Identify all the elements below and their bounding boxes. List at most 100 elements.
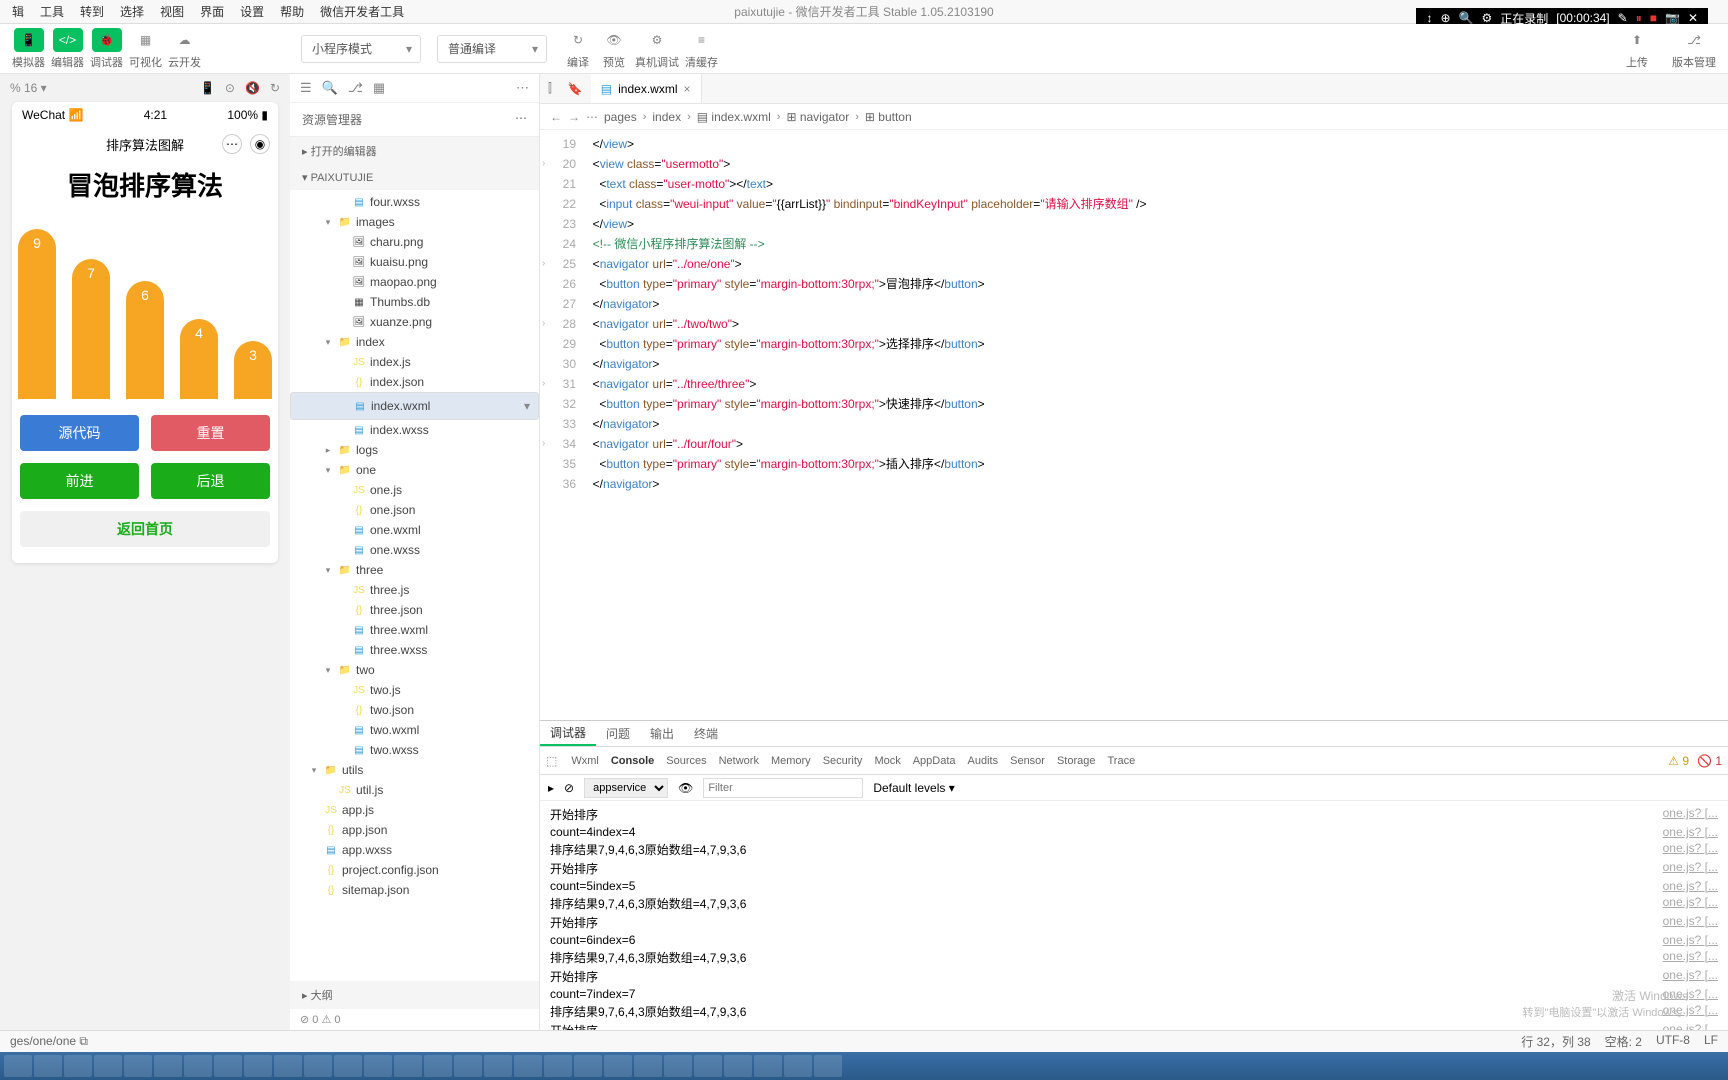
taskbar-item[interactable] xyxy=(634,1055,662,1077)
compile-button[interactable]: ↻编译 xyxy=(563,28,593,70)
menu-item[interactable]: 帮助 xyxy=(272,3,312,20)
taskbar-item[interactable] xyxy=(574,1055,602,1077)
tree-node[interactable]: {}index.json xyxy=(290,372,539,392)
taskbar-item[interactable] xyxy=(724,1055,752,1077)
reset-button[interactable]: 重置 xyxy=(151,415,270,451)
simulator-toggle[interactable]: 📱模拟器 xyxy=(12,28,45,70)
tree-node[interactable]: {}sitemap.json xyxy=(290,880,539,900)
filter-input[interactable] xyxy=(703,778,863,798)
source-button[interactable]: 源代码 xyxy=(20,415,139,451)
tree-node[interactable]: ▦Thumbs.db xyxy=(290,292,539,312)
tree-node[interactable]: ▾📁utils xyxy=(290,760,539,780)
code-editor[interactable]: 192021222324252627282930313233343536 </v… xyxy=(540,130,1728,720)
taskbar-item[interactable] xyxy=(784,1055,812,1077)
zoom-select[interactable]: % 16 ▾ xyxy=(10,81,47,95)
tree-node[interactable]: JSthree.js xyxy=(290,580,539,600)
taskbar-item[interactable] xyxy=(274,1055,302,1077)
tree-node[interactable]: ▸📁logs xyxy=(290,440,539,460)
tree-node[interactable]: ▤two.wxss xyxy=(290,740,539,760)
tree-node[interactable]: {}app.json xyxy=(290,820,539,840)
tree-node[interactable]: ▤one.wxml xyxy=(290,520,539,540)
devtools-tab[interactable]: 终端 xyxy=(684,721,728,746)
taskbar-item[interactable] xyxy=(214,1055,242,1077)
devtools-subtab[interactable]: AppData xyxy=(907,755,962,767)
windows-taskbar[interactable] xyxy=(0,1052,1728,1080)
tree-node[interactable]: {}two.json xyxy=(290,700,539,720)
devtools-subtab[interactable]: Console xyxy=(605,755,660,767)
taskbar-item[interactable] xyxy=(184,1055,212,1077)
tree-node[interactable]: JSindex.js xyxy=(290,352,539,372)
menu-item[interactable]: 视图 xyxy=(152,3,192,20)
taskbar-item[interactable] xyxy=(754,1055,782,1077)
devtools-subtab[interactable]: Trace xyxy=(1102,755,1142,767)
tree-node[interactable]: 🖼xuanze.png xyxy=(290,312,539,332)
stop-icon[interactable]: ■ xyxy=(1646,11,1661,25)
nav-fwd-icon[interactable]: → xyxy=(568,110,580,124)
taskbar-item[interactable] xyxy=(604,1055,632,1077)
tree-node[interactable]: ▾📁two xyxy=(290,660,539,680)
breadcrumb[interactable]: ← → ⋯ pages› index› ▤ index.wxml› ⊞ navi… xyxy=(540,104,1728,130)
tree-node[interactable]: ▾📁three xyxy=(290,560,539,580)
nav-back-icon[interactable]: ← xyxy=(550,110,562,124)
close-tab-icon[interactable]: × xyxy=(684,82,691,96)
tree-node[interactable]: ▤app.wxss xyxy=(290,840,539,860)
forward-button[interactable]: 前进 xyxy=(20,463,139,499)
remote-debug-button[interactable]: ⚙真机调试 xyxy=(635,28,679,70)
menu-item[interactable]: 设置 xyxy=(232,3,272,20)
menu-item[interactable]: 工具 xyxy=(32,3,72,20)
context-select[interactable]: appservice xyxy=(584,778,668,798)
tree-node[interactable]: JSutil.js xyxy=(290,780,539,800)
inspect-icon[interactable]: ⬚ xyxy=(546,754,557,768)
mute-icon[interactable]: 🔇 xyxy=(245,81,260,95)
eye-icon[interactable]: 👁 xyxy=(678,781,693,795)
tree-node[interactable]: ▾📁images xyxy=(290,212,539,232)
taskbar-item[interactable] xyxy=(664,1055,692,1077)
taskbar-item[interactable] xyxy=(694,1055,722,1077)
more-icon[interactable]: ⋯ xyxy=(515,111,527,128)
editor-tab[interactable]: ▤ index.wxml × xyxy=(591,74,702,103)
taskbar-item[interactable] xyxy=(484,1055,512,1077)
devtools-subtab[interactable]: Network xyxy=(713,755,765,767)
mode-select[interactable]: 小程序模式 xyxy=(301,35,421,63)
clear-console-icon[interactable]: ⊘ xyxy=(564,781,574,795)
menu-item[interactable]: 微信开发者工具 xyxy=(312,3,412,20)
indent-label[interactable]: 空格: 2 xyxy=(1605,1033,1642,1050)
search-icon[interactable]: 🔍 xyxy=(322,80,338,96)
extension-icon[interactable]: ▦ xyxy=(373,80,385,96)
diagnostics-footer[interactable]: ⊘ 0 ⚠ 0 xyxy=(290,1009,539,1030)
tree-node[interactable]: ▾📁one xyxy=(290,460,539,480)
menu-item[interactable]: 辑 xyxy=(4,3,32,20)
tree-node[interactable]: ▤four.wxss xyxy=(290,192,539,212)
editor-toggle[interactable]: </>编辑器 xyxy=(51,28,84,70)
record-icon[interactable]: ⊙ xyxy=(225,81,235,95)
visual-toggle[interactable]: ▦可视化 xyxy=(129,28,162,70)
taskbar-item[interactable] xyxy=(544,1055,572,1077)
split-icon[interactable]: ⫿ xyxy=(540,81,560,96)
devtools-subtab[interactable]: Sources xyxy=(660,755,712,767)
taskbar-item[interactable] xyxy=(34,1055,62,1077)
tree-node[interactable]: ▤three.wxml xyxy=(290,620,539,640)
version-mgmt-button[interactable]: ⎇版本管理 xyxy=(1672,28,1716,70)
devtools-subtab[interactable]: Wxml xyxy=(565,755,605,767)
taskbar-item[interactable] xyxy=(94,1055,122,1077)
camera-icon[interactable]: 📷 xyxy=(1661,11,1684,25)
debugger-toggle[interactable]: 🐞调试器 xyxy=(90,28,123,70)
expand-icon[interactable]: ↕ xyxy=(1422,11,1436,25)
eol-label[interactable]: LF xyxy=(1704,1033,1718,1050)
tree-node[interactable]: 🖼charu.png xyxy=(290,232,539,252)
taskbar-item[interactable] xyxy=(454,1055,482,1077)
settings-icon[interactable]: ⚙ xyxy=(1477,11,1496,25)
tree-node[interactable]: 🖼kuaisu.png xyxy=(290,252,539,272)
clear-cache-button[interactable]: ≡清缓存 xyxy=(685,28,718,70)
tree-node[interactable]: JStwo.js xyxy=(290,680,539,700)
devtools-subtab[interactable]: Mock xyxy=(868,755,906,767)
encoding-label[interactable]: UTF-8 xyxy=(1656,1033,1690,1050)
taskbar-item[interactable] xyxy=(814,1055,842,1077)
tree-node[interactable]: {}one.json xyxy=(290,500,539,520)
taskbar-item[interactable] xyxy=(4,1055,32,1077)
branch-icon[interactable]: ⎇ xyxy=(348,80,363,96)
close-icon[interactable]: ✕ xyxy=(1684,11,1702,25)
preview-button[interactable]: 👁预览 xyxy=(599,28,629,70)
more-icon[interactable]: ⋯ xyxy=(516,80,529,96)
tree-node[interactable]: ▤three.wxss xyxy=(290,640,539,660)
